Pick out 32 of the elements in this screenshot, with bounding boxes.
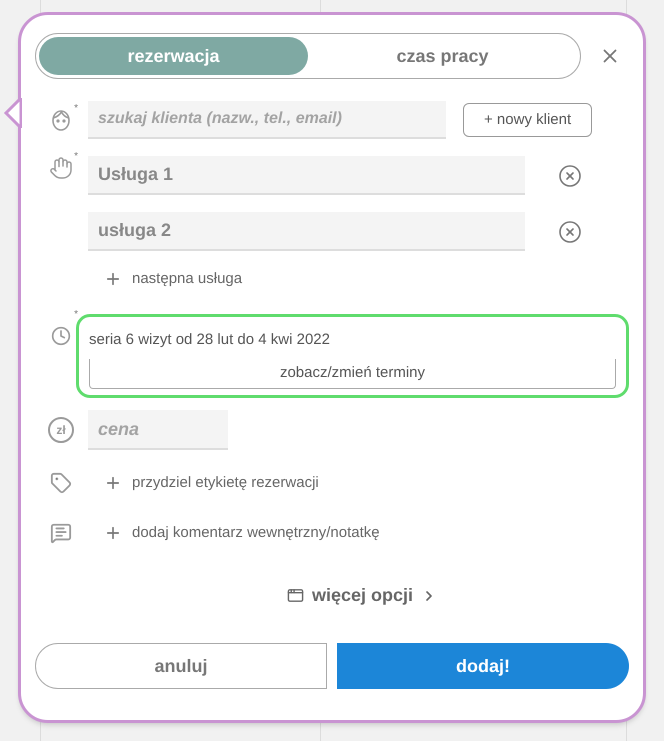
- required-mark: *: [74, 104, 78, 114]
- clock-icon: [51, 326, 71, 346]
- new-client-button[interactable]: + nowy klient: [463, 103, 592, 137]
- price-field[interactable]: cena: [88, 410, 228, 450]
- tag-icon: [50, 472, 72, 494]
- service-field[interactable]: Usługa 1: [88, 156, 525, 195]
- tab[interactable]: czas pracy: [308, 37, 577, 75]
- client-search-field[interactable]: szukaj klienta (nazw., tel., email): [88, 101, 446, 139]
- add-tag-link[interactable]: przydziel etykietę rezerwacji: [104, 472, 319, 494]
- series-summary: seria 6 wizyt od 28 lut do 4 kwi 2022: [89, 330, 331, 350]
- cancel-button[interactable]: anuluj: [35, 643, 327, 689]
- remove-service-button[interactable]: [558, 220, 582, 244]
- change-dates-button[interactable]: zobacz/zmień terminy: [89, 359, 616, 389]
- required-mark: *: [74, 310, 78, 320]
- window-icon: [286, 587, 304, 604]
- person-icon: [50, 108, 72, 132]
- remove-service-button[interactable]: [558, 164, 582, 188]
- add-service-link[interactable]: następna usługa: [104, 268, 582, 290]
- add-comment-link[interactable]: dodaj komentarz wewnętrzny/notatkę: [104, 522, 380, 544]
- currency-icon: zł: [48, 417, 74, 443]
- remove-icon: [558, 220, 582, 244]
- more-options-label: więcej opcji: [312, 584, 414, 607]
- hand-icon: [49, 156, 73, 180]
- required-mark: *: [74, 152, 78, 162]
- link-label: dodaj komentarz wewnętrzny/notatkę: [132, 522, 380, 542]
- more-options-link[interactable]: więcej opcji: [226, 582, 438, 609]
- comment-icon: [50, 522, 72, 544]
- link-label: następna usługa: [132, 269, 242, 289]
- service-field[interactable]: usługa 2: [88, 212, 525, 251]
- submit-button[interactable]: dodaj!: [337, 643, 629, 689]
- remove-icon: [558, 164, 582, 188]
- link-label: przydziel etykietę rezerwacji: [132, 473, 319, 493]
